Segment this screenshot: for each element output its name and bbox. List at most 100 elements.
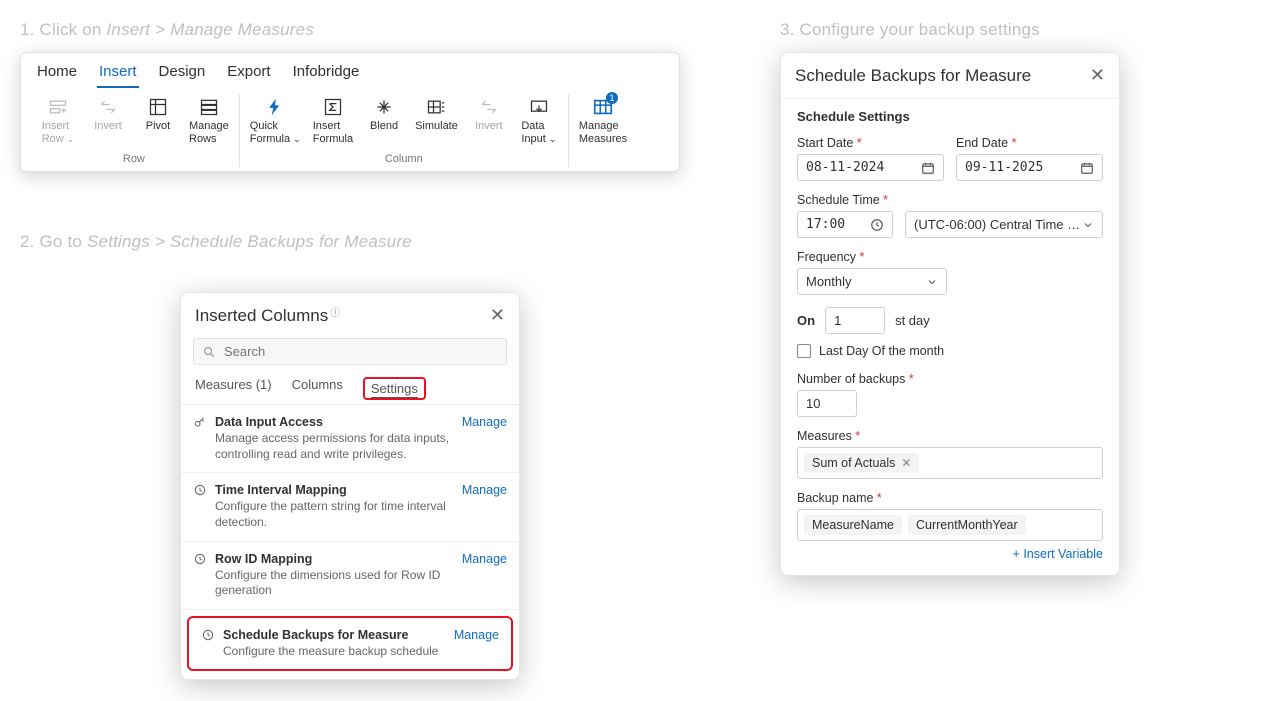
measures-input[interactable]: Sum of Actuals ✕ <box>797 447 1103 479</box>
panel-tab-columns[interactable]: Columns <box>292 377 343 404</box>
panel-tab-settings[interactable]: Settings <box>363 377 426 400</box>
manage-link[interactable]: Manage <box>462 415 507 462</box>
ribbon-btn-insert-row: InsertRow ⌄ <box>35 94 81 147</box>
on-day-input[interactable]: 1 <box>825 307 885 334</box>
variable-pill[interactable]: CurrentMonthYear <box>908 515 1026 535</box>
simulate-icon <box>425 96 447 118</box>
search-input-wrap[interactable] <box>193 338 507 365</box>
ribbon-btn-label: QuickFormula ⌄ <box>250 120 301 145</box>
setting-item: Schedule Backups for MeasureConfigure th… <box>187 616 513 672</box>
setting-item: Data Input AccessManage access permissio… <box>181 405 519 473</box>
setting-item: Row ID MappingConfigure the dimensions u… <box>181 542 519 610</box>
ribbon-btn-pivot[interactable]: Pivot <box>135 94 181 147</box>
schedule-time-label: Schedule Time * <box>797 193 1103 207</box>
clock-icon <box>193 552 207 599</box>
ribbon-btn-quick-formula[interactable]: QuickFormula ⌄ <box>246 94 305 147</box>
ribbon-tab-infobridge[interactable]: Infobridge <box>291 63 362 88</box>
ribbon-tab-home[interactable]: Home <box>35 63 79 88</box>
ribbon-btn-manage-rows[interactable]: ManageRows <box>185 94 233 147</box>
remove-icon[interactable]: ✕ <box>901 456 911 470</box>
ribbon-btn-label: Invert <box>475 120 503 133</box>
ribbon-btn-invert: Invert <box>85 94 131 147</box>
key-icon <box>193 415 207 462</box>
frequency-label: Frequency * <box>797 250 1103 264</box>
ribbon-group-label: Row <box>123 147 145 167</box>
manage-link[interactable]: Manage <box>454 628 499 660</box>
close-icon[interactable]: ✕ <box>1090 65 1105 86</box>
info-icon[interactable]: ⓘ <box>330 308 340 319</box>
setting-title: Time Interval Mapping <box>215 483 454 497</box>
start-date-input[interactable]: 08-11-2024 <box>797 154 944 181</box>
number-backups-input[interactable]: 10 <box>797 390 857 417</box>
insert-variable-link[interactable]: + Insert Variable <box>797 547 1103 561</box>
ribbon-btn-label: Invert <box>94 120 122 133</box>
setting-desc: Manage access permissions for data input… <box>215 431 454 462</box>
ribbon-btn-manage-measures[interactable]: ManageMeasures <box>575 94 631 147</box>
backup-name-input[interactable]: MeasureName CurrentMonthYear <box>797 509 1103 541</box>
setting-item: Time Interval Mapping Configure the patte… <box>181 473 519 541</box>
measure-pill[interactable]: Sum of Actuals ✕ <box>804 453 919 473</box>
panel-tab-measures[interactable]: Measures (1) <box>195 377 272 404</box>
measures-label: Measures * <box>797 429 1103 443</box>
ribbon-tab-export[interactable]: Export <box>225 63 272 88</box>
chevron-down-icon <box>926 276 938 288</box>
ribbon-btn-label: Pivot <box>146 120 170 133</box>
on-label: On <box>797 313 815 328</box>
ribbon-btn-simulate[interactable]: Simulate <box>411 94 462 147</box>
end-date-label: End Date * <box>956 136 1103 150</box>
manage-link[interactable]: Manage <box>462 483 507 530</box>
ribbon-btn-label: InsertFormula <box>313 120 353 145</box>
ribbon-btn-label: ManageMeasures <box>579 120 627 145</box>
ribbon-tab-design[interactable]: Design <box>157 63 208 88</box>
clock-icon <box>870 218 884 232</box>
panel-title: Inserted Columns <box>195 306 328 325</box>
calendar-icon <box>921 161 935 175</box>
step-two-label: 2. Go to Settings > Schedule Backups for… <box>20 232 680 252</box>
ribbon-btn-label: Simulate <box>415 120 458 133</box>
ribbon-tab-insert[interactable]: Insert <box>97 63 139 88</box>
clock-icon <box>193 483 207 530</box>
bolt-icon <box>264 96 286 118</box>
ribbon-btn-blend[interactable]: Blend <box>361 94 407 147</box>
number-backups-label: Number of backups * <box>797 372 1103 386</box>
search-input[interactable] <box>222 343 498 360</box>
blend-icon <box>373 96 395 118</box>
schedule-time-input[interactable]: 17:00 <box>797 211 893 238</box>
formula-icon <box>322 96 344 118</box>
backup-name-label: Backup name * <box>797 491 1103 505</box>
measures-icon <box>592 96 614 118</box>
setting-desc: Configure the pattern string for time in… <box>215 499 454 530</box>
setting-title: Row ID Mapping <box>215 552 454 566</box>
frequency-select[interactable]: Monthly <box>797 268 947 295</box>
end-date-input[interactable]: 09-11-2025 <box>956 154 1103 181</box>
invert-icon <box>478 96 500 118</box>
step-three-label: 3. Configure your backup settings <box>780 20 1140 40</box>
rows-icon <box>198 96 220 118</box>
pivot-icon <box>147 96 169 118</box>
ribbon: Home Insert Design Export Infobridge InsertR… <box>20 52 680 172</box>
section-title: Schedule Settings <box>797 109 1103 124</box>
last-day-checkbox[interactable] <box>797 344 811 358</box>
start-date-label: Start Date * <box>797 136 944 150</box>
invert-icon <box>97 96 119 118</box>
close-icon[interactable]: ✕ <box>490 305 505 326</box>
ribbon-btn-insert-formula[interactable]: InsertFormula <box>309 94 357 147</box>
calendar-icon <box>1080 161 1094 175</box>
ribbon-btn-data-input[interactable]: DataInput ⌄ <box>516 94 562 147</box>
manage-link[interactable]: Manage <box>462 552 507 599</box>
schedule-backups-dialog: Schedule Backups for Measure ✕ Schedule … <box>780 52 1120 576</box>
on-suffix: st day <box>895 313 930 328</box>
step-one-label: 1. Click on Insert > Manage Measures <box>20 20 680 40</box>
ribbon-btn-invert: Invert <box>466 94 512 147</box>
ribbon-btn-label: ManageRows <box>189 120 229 145</box>
ribbon-btn-label: InsertRow ⌄ <box>42 120 75 145</box>
variable-pill[interactable]: MeasureName <box>804 515 902 535</box>
dialog-title: Schedule Backups for Measure <box>795 66 1031 86</box>
ribbon-btn-label: DataInput ⌄ <box>521 120 556 145</box>
ribbon-group-label: Column <box>385 147 423 167</box>
last-day-label: Last Day Of the month <box>819 344 944 358</box>
timezone-select[interactable]: (UTC-06:00) Central Time (US & <box>905 211 1103 238</box>
input-icon <box>528 96 550 118</box>
inserted-columns-panel: Inserted Columnsⓘ ✕ Measures (1) Columns S… <box>180 292 520 680</box>
chevron-down-icon <box>1082 219 1094 231</box>
